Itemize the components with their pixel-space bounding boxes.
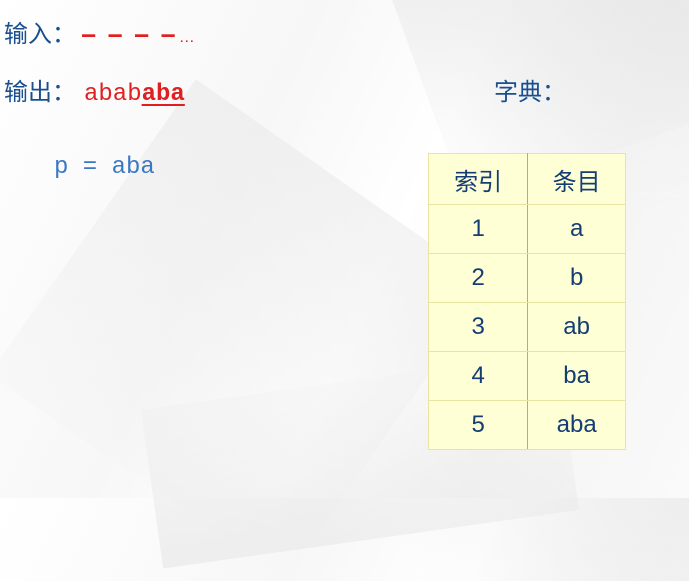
output-highlight-text: aba (141, 81, 185, 108)
pattern-text: p = aba (54, 154, 155, 181)
row-entry: b (527, 253, 626, 303)
table-row: 1 a (428, 204, 626, 254)
row-index: 1 (428, 204, 529, 254)
row-index: 4 (428, 351, 529, 401)
row-entry: ba (527, 351, 626, 401)
table-row: 4 ba (428, 351, 626, 401)
dictionary-title: 字典： (494, 78, 566, 106)
table-row: 2 b (428, 253, 626, 303)
output-plain-text: abab (84, 81, 142, 108)
row-index: 3 (428, 302, 529, 352)
output-line: 输出： abababa (4, 72, 185, 108)
row-entry: ab (527, 302, 626, 352)
dictionary-table: 索引 条目 1 a 2 b 3 ab 4 ba 5 aba (428, 153, 626, 450)
row-index: 2 (428, 253, 529, 303)
input-label: 输入： (4, 20, 76, 48)
header-entry: 条目 (527, 153, 626, 205)
table-row: 3 ab (428, 302, 626, 352)
row-entry: aba (527, 400, 626, 450)
row-index: 5 (428, 400, 529, 450)
header-index: 索引 (428, 153, 529, 205)
input-ellipsis: … (178, 29, 195, 46)
output-label: 输出： (4, 78, 76, 106)
table-row: 5 aba (428, 400, 626, 450)
row-entry: a (527, 204, 626, 254)
input-line: 输入： – – – –… (4, 14, 195, 49)
input-dashes: – – – – (82, 23, 175, 48)
table-header-row: 索引 条目 (428, 153, 626, 205)
